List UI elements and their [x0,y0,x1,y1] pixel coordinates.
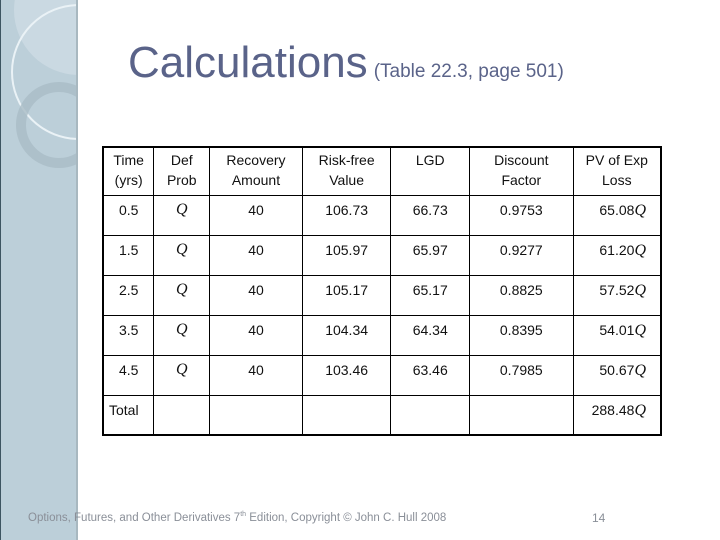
header-def-prob: Def Prob [153,146,211,196]
cell-pv: 65.08Q [572,194,662,236]
cell-def-prob: Q [153,314,211,356]
title-subtitle: (Table 22.3, page 501) [373,61,564,82]
cell-pv: 50.67Q [572,354,662,396]
cell-def-prob: Q [153,194,211,236]
table-row: 3.5 Q 40 104.34 64.34 0.8395 54.01Q [102,314,662,356]
cell-empty [153,394,211,436]
cell-time: 2.5 [102,274,155,316]
header-risk-free-value: Risk-free Value [301,146,392,196]
table-row: 1.5 Q 40 105.97 65.97 0.9277 61.20Q [102,234,662,276]
cell-pv: 61.20Q [572,234,662,276]
header-recovery-amount: Recovery Amount [209,146,303,196]
page-number: 14 [592,511,606,525]
cell-risk-free: 105.17 [301,274,392,316]
header-row: Time (yrs) Def Prob Recovery Amount Risk-fr… [102,146,662,196]
cell-discount: 0.8825 [469,274,574,316]
total-row: Total 288.48Q [102,394,662,436]
cell-empty [301,394,392,436]
cell-discount: 0.7985 [469,354,574,396]
cell-recovery: 40 [209,194,303,236]
slide-title: Calculations (Table 22.3, page 501) [128,38,564,88]
cell-recovery: 40 [209,314,303,356]
cell-lgd: 65.97 [390,234,471,276]
cell-risk-free: 103.46 [301,354,392,396]
cell-risk-free: 104.34 [301,314,392,356]
header-discount-factor: Discount Factor [469,146,574,196]
cell-discount: 0.9277 [469,234,574,276]
total-pv: 288.48Q [572,394,662,436]
cell-discount: 0.8395 [469,314,574,356]
header-pv-exp-loss: PV of Exp Loss [572,146,662,196]
cell-lgd: 65.17 [390,274,471,316]
cell-pv: 57.52Q [572,274,662,316]
cell-time: 4.5 [102,354,155,396]
cell-risk-free: 105.97 [301,234,392,276]
table-row: 2.5 Q 40 105.17 65.17 0.8825 57.52Q [102,274,662,316]
cell-pv: 54.01Q [572,314,662,356]
header-time: Time (yrs) [102,146,155,196]
cell-lgd: 66.73 [390,194,471,236]
cell-time: 1.5 [102,234,155,276]
calculations-table: Time (yrs) Def Prob Recovery Amount Risk-fr… [102,146,662,436]
cell-empty [469,394,574,436]
decorative-sidebar [0,0,78,540]
cell-time: 3.5 [102,314,155,356]
table-row: 0.5 Q 40 106.73 66.73 0.9753 65.08Q [102,194,662,236]
table-row: 4.5 Q 40 103.46 63.46 0.7985 50.67Q [102,354,662,396]
cell-risk-free: 106.73 [301,194,392,236]
cell-lgd: 64.34 [390,314,471,356]
slide: Calculations (Table 22.3, page 501) Time(… [0,0,720,540]
cell-empty [209,394,303,436]
cell-def-prob: Q [153,274,211,316]
decorative-circles-icon [11,0,76,168]
cell-recovery: 40 [209,354,303,396]
cell-recovery: 40 [209,234,303,276]
cell-discount: 0.9753 [469,194,574,236]
title-main: Calculations [128,38,368,87]
total-label: Total [102,394,155,436]
cell-lgd: 63.46 [390,354,471,396]
footer-copyright: Options, Futures, and Other Derivatives … [28,511,447,524]
cell-empty [390,394,471,436]
cell-def-prob: Q [153,354,211,396]
cell-time: 0.5 [102,194,155,236]
cell-def-prob: Q [153,234,211,276]
header-lgd: LGD [390,146,471,196]
cell-recovery: 40 [209,274,303,316]
